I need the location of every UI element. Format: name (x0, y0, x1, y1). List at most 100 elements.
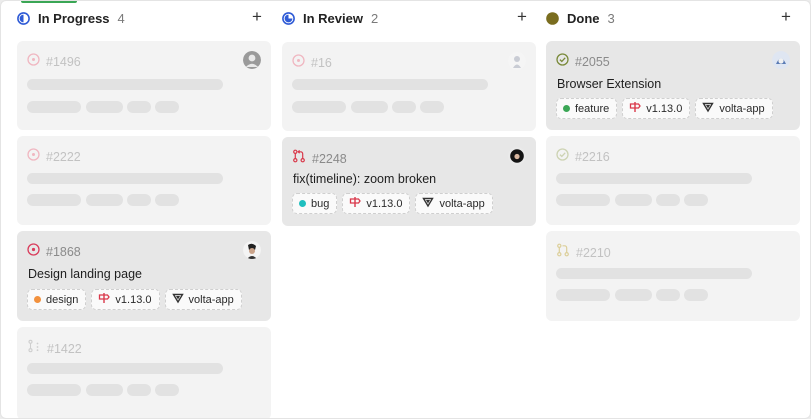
column-in-progress: In Progress 4 + #1496 #2222 #1868 Design… (17, 1, 271, 418)
issue-id: #16 (311, 56, 332, 70)
branch-icon (27, 339, 41, 358)
column-done: Done 3 + #2055 Browser Extension feature… (546, 1, 800, 418)
milestone-icon (349, 196, 366, 211)
avatar[interactable] (772, 51, 790, 69)
column-header: In Review 2 + (282, 7, 536, 29)
project-icon (702, 101, 719, 116)
skeleton-tag (27, 194, 81, 206)
issue-id: #2055 (575, 55, 610, 69)
issue-id: #1496 (46, 55, 81, 69)
skeleton-tag (684, 289, 708, 301)
label-color-dot (563, 105, 570, 112)
milestone-icon (98, 292, 115, 307)
issue-card[interactable]: #16 (282, 42, 536, 131)
issue-id: #2222 (46, 150, 81, 164)
issue-card[interactable]: #2216 (546, 136, 800, 225)
skeleton-tag (155, 101, 179, 113)
skeleton-tag (127, 101, 151, 113)
issue-id: #2210 (576, 245, 611, 260)
label-color-dot (299, 200, 306, 207)
todo-status-icon (27, 53, 40, 71)
skeleton-tag (656, 194, 680, 206)
tag-label: v1.13.0 (366, 197, 403, 210)
skeleton-tag (292, 101, 346, 113)
issue-title: fix(timeline): zoom broken (293, 172, 437, 186)
todo-status-icon (292, 54, 305, 72)
tag-label: v1.13.0 (115, 293, 152, 306)
issue-title: Browser Extension (557, 77, 662, 91)
issue-card[interactable]: #2210 (546, 231, 800, 321)
half-circle-icon (17, 11, 30, 25)
skeleton-title (556, 173, 752, 184)
milestone-tag[interactable]: v1.13.0 (342, 193, 411, 214)
skeleton-tag (127, 194, 151, 206)
column-count: 3 (607, 10, 615, 26)
skeleton-tag (556, 289, 610, 301)
todo-status-icon (27, 243, 40, 261)
kanban-board: In Progress 4 + #1496 #2222 #1868 Design… (0, 0, 811, 419)
column-in-review: In Review 2 + #16 #2248 fix(timeline): z… (282, 1, 536, 418)
skeleton-title (292, 79, 488, 90)
skeleton-title (27, 363, 223, 374)
tag-list: design v1.13.0 volta-app (27, 289, 242, 310)
label-tag[interactable]: feature (556, 98, 618, 119)
avatar (243, 51, 261, 69)
column-header: In Progress 4 + (17, 7, 271, 29)
skeleton-tag (392, 101, 416, 113)
milestone-tag[interactable]: v1.13.0 (91, 289, 160, 310)
tag-label: volta-app (188, 293, 234, 306)
tag-list: bug v1.13.0 volta-app (292, 193, 493, 214)
add-card-button[interactable]: + (777, 8, 795, 27)
check-circle-icon (556, 148, 569, 166)
check-circle-icon (556, 53, 569, 71)
tag-label: design (46, 293, 79, 306)
skeleton-tag (615, 289, 652, 301)
pull-request-icon (292, 149, 306, 168)
project-tag[interactable]: volta-app (695, 98, 773, 119)
tag-label: v1.13.0 (646, 102, 683, 115)
skeleton-tag (351, 101, 388, 113)
issue-card[interactable]: #2248 fix(timeline): zoom broken bug v1.… (282, 137, 536, 226)
tag-label: volta-app (439, 197, 485, 210)
column-count: 4 (117, 10, 125, 26)
project-tag[interactable]: volta-app (164, 289, 242, 310)
issue-card[interactable]: #1496 (17, 41, 271, 130)
column-count: 2 (370, 10, 379, 26)
issue-id: #1422 (47, 341, 82, 356)
avatar[interactable] (243, 241, 261, 259)
project-icon (171, 292, 189, 307)
milestone-icon (629, 101, 646, 116)
skeleton-tag (684, 194, 708, 206)
tag-label: volta-app (719, 102, 765, 115)
tag-label: feature (575, 102, 610, 115)
issue-card[interactable]: #2222 (17, 136, 271, 225)
skeleton-tag (86, 384, 123, 396)
label-color-dot (34, 296, 41, 303)
tag-label: bug (311, 197, 330, 210)
skeleton-tag (27, 101, 81, 113)
avatar (508, 52, 526, 70)
issue-title: Design landing page (28, 267, 142, 281)
issue-card[interactable]: #1422 (17, 327, 271, 418)
pull-request-icon (556, 243, 570, 262)
skeleton-tag (556, 194, 610, 206)
column-title: Done (567, 10, 600, 26)
avatar[interactable] (508, 147, 526, 165)
issue-id: #2248 (312, 151, 347, 166)
skeleton-tag (127, 384, 151, 396)
label-tag[interactable]: bug (292, 193, 338, 214)
milestone-tag[interactable]: v1.13.0 (622, 98, 691, 119)
add-card-button[interactable]: + (248, 8, 266, 27)
label-tag[interactable]: design (27, 289, 87, 310)
issue-card[interactable]: #1868 Design landing page design v1.13.0… (17, 231, 271, 321)
issue-card[interactable]: #2055 Browser Extension feature v1.13.0 … (546, 41, 800, 130)
skeleton-tag (615, 194, 652, 206)
skeleton-title (27, 173, 223, 184)
column-title: In Progress (38, 10, 110, 26)
add-card-button[interactable]: + (513, 8, 531, 27)
skeleton-tag (155, 384, 179, 396)
project-tag[interactable]: volta-app (415, 193, 493, 214)
skeleton-tag (155, 194, 179, 206)
skeleton-title (556, 268, 752, 279)
skeleton-tag (420, 101, 444, 113)
